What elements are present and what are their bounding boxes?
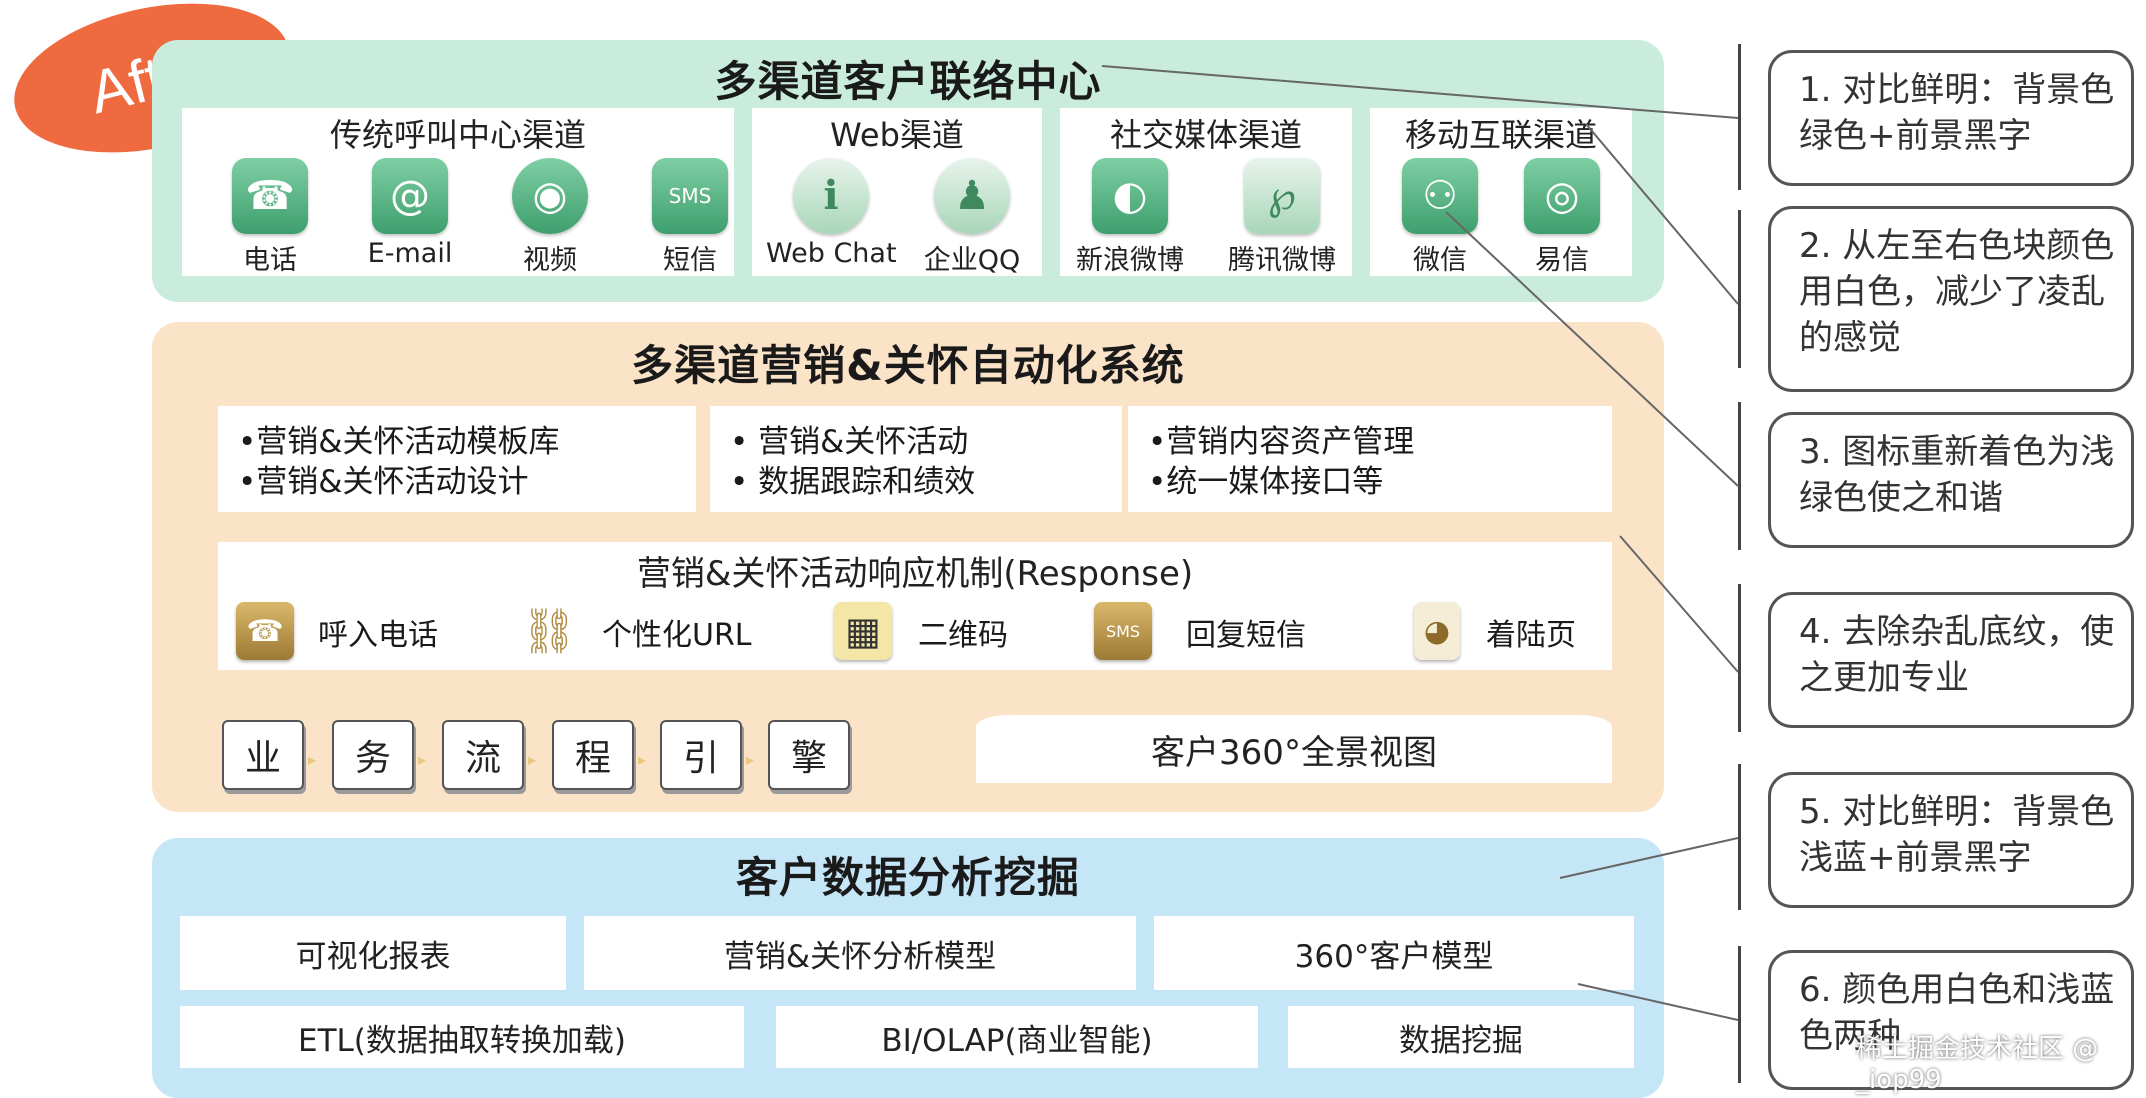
connector-line (1577, 983, 1739, 1021)
connector-line (1585, 123, 1739, 305)
connector-lines (1101, 65, 1739, 1021)
connector-line (1619, 535, 1739, 673)
connector-line (1559, 837, 1739, 879)
watermark: 稀土掘金技术社区 @ _iop99 (1856, 1034, 2099, 1095)
connector-line (1101, 65, 1739, 119)
